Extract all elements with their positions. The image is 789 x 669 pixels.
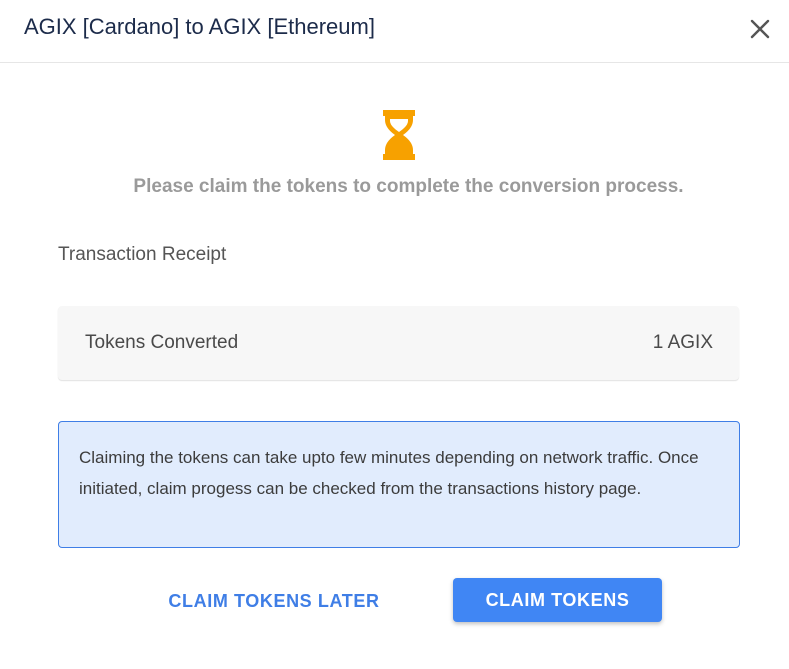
hourglass-icon [383, 110, 415, 160]
claim-later-button[interactable]: CLAIM TOKENS LATER [150, 580, 398, 622]
receipt-row: Tokens Converted 1 AGIX [58, 306, 739, 380]
claim-tokens-button[interactable]: CLAIM TOKENS [453, 578, 662, 622]
receipt-value: 1 AGIX [652, 332, 713, 353]
close-icon [750, 19, 770, 39]
close-button[interactable] [745, 14, 775, 44]
receipt-title: Transaction Receipt [58, 244, 227, 265]
dialog-header: AGIX [Cardano] to AGIX [Ethereum] [0, 0, 789, 63]
info-box: Claiming the tokens can take upto few mi… [58, 421, 740, 548]
receipt-label: Tokens Converted [85, 332, 239, 353]
status-message: Please claim the tokens to complete the … [133, 176, 684, 197]
dialog-title: AGIX [Cardano] to AGIX [Ethereum] [24, 14, 375, 39]
